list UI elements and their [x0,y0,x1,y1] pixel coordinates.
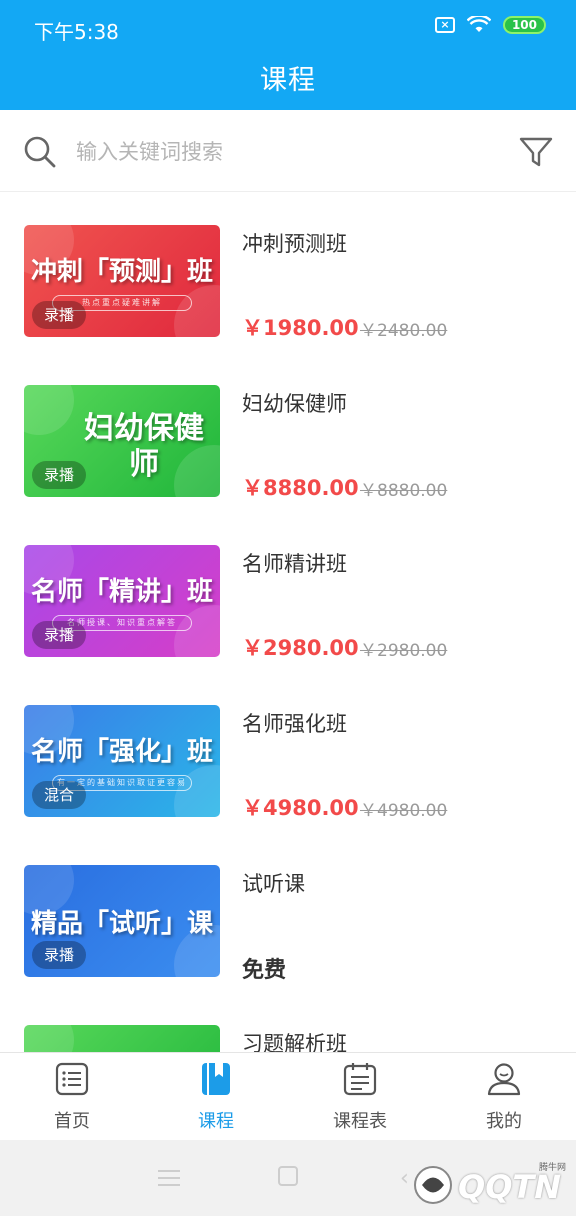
course-item-trial[interactable]: 精品「试听」课 录播 试听课 免费 [0,832,576,992]
course-type-badge: 录播 [32,461,87,489]
thumbnail-title: 名师「强化」班 [30,737,213,767]
course-original-price: ￥8880.00 [360,481,448,501]
tab-courses[interactable]: 课程 [144,1053,288,1140]
course-title[interactable]: 冲刺预测班 [242,228,347,258]
course-price: ￥2980.00 [242,636,359,660]
course-type-badge: 混合 [32,781,87,809]
home-list-icon [55,1062,89,1096]
course-type-badge: 录播 [32,301,87,329]
course-thumbnail[interactable]: 冲刺「预测」班 热点重点疑难讲解 录播 [24,225,220,337]
tab-label: 课程表 [333,1111,387,1132]
free-label: 免费 [242,958,287,983]
course-title[interactable]: 名师强化班 [242,708,347,738]
course-list: 冲刺「预测」班 热点重点疑难讲解 录播 冲刺预测班 ￥1980.00 ￥2480… [0,192,576,1052]
course-thumbnail[interactable] [24,1025,220,1052]
course-item-lecture[interactable]: 名师「精讲」班 名师授课、知识重点解答 录播 名师精讲班 ￥2980.00 ￥2… [0,512,576,672]
course-item-maternal[interactable]: 妇幼保健师 录播 妇幼保健师 ￥8880.00 ￥8880.00 [0,352,576,512]
thumbnail-title: 精品「试听」课 [30,909,213,939]
course-title[interactable]: 名师精讲班 [242,548,347,578]
thumbnail-title: 冲刺「预测」班 [30,257,213,287]
page-title: 课程 [260,65,316,96]
course-title[interactable]: 试听课 [242,868,305,898]
tab-label: 首页 [54,1111,90,1132]
status-time: 下午5:38 [34,20,119,44]
course-title[interactable]: 妇幼保健师 [242,388,347,418]
thumbnail-title: 妇幼保健师 [84,411,204,482]
schedule-icon [343,1063,377,1096]
search-input[interactable] [76,134,486,170]
tab-home[interactable]: 首页 [0,1053,144,1140]
menu-icon[interactable] [158,1170,180,1191]
course-item-intensive[interactable]: 名师「强化」班 有一定的基础知识取证更容易 混合 名师强化班 ￥4980.00 … [0,672,576,832]
user-icon [487,1063,521,1096]
battery-icon: 100 [502,16,546,34]
status-icons: × 100 [434,16,546,34]
sim-icon: × [434,17,455,33]
qqtn-logo-icon [414,1166,452,1204]
tab-label: 我的 [486,1111,522,1132]
course-type-badge: 录播 [32,941,87,969]
tab-mine[interactable]: 我的 [432,1053,576,1140]
watermark-small-text: 腾牛网 [538,1163,566,1173]
home-icon[interactable] [278,1166,298,1186]
thumbnail-title: 名师「精讲」班 [30,577,213,607]
search-bar [0,110,576,192]
course-price: ￥8880.00 [242,476,359,500]
tab-label: 课程 [198,1111,234,1132]
course-original-price: ￥2480.00 [360,321,448,341]
course-type-badge: 录播 [32,621,87,649]
back-icon[interactable]: ‹ [400,1166,409,1191]
course-thumbnail[interactable]: 名师「强化」班 有一定的基础知识取证更容易 混合 [24,705,220,817]
search-icon[interactable] [22,134,58,170]
course-item-sprint[interactable]: 冲刺「预测」班 热点重点疑难讲解 录播 冲刺预测班 ￥1980.00 ￥2480… [0,192,576,352]
bottom-tab-bar: 首页 课程 课程表 我的 [0,1052,576,1140]
course-thumbnail[interactable]: 名师「精讲」班 名师授课、知识重点解答 录播 [24,545,220,657]
title-bar: 课程 [0,56,576,110]
course-item-exercise[interactable]: 习题解析班 [0,992,576,1052]
course-thumbnail[interactable]: 妇幼保健师 录播 [24,385,220,497]
watermark-logo: QQTN 腾牛网 [410,1160,570,1210]
bookmark-icon [202,1063,230,1095]
filter-icon[interactable] [518,134,554,170]
wifi-icon [466,16,491,32]
course-original-price: ￥4980.00 [360,801,448,821]
status-bar: 下午5:38 × 100 [0,0,576,56]
course-title[interactable]: 习题解析班 [242,1028,347,1052]
tab-schedule[interactable]: 课程表 [288,1053,432,1140]
course-price: ￥1980.00 [242,316,359,340]
course-original-price: ￥2980.00 [360,641,448,661]
watermark-text: QQTN [458,1168,562,1206]
course-price: ￥4980.00 [242,796,359,820]
course-thumbnail[interactable]: 精品「试听」课 录播 [24,865,220,977]
